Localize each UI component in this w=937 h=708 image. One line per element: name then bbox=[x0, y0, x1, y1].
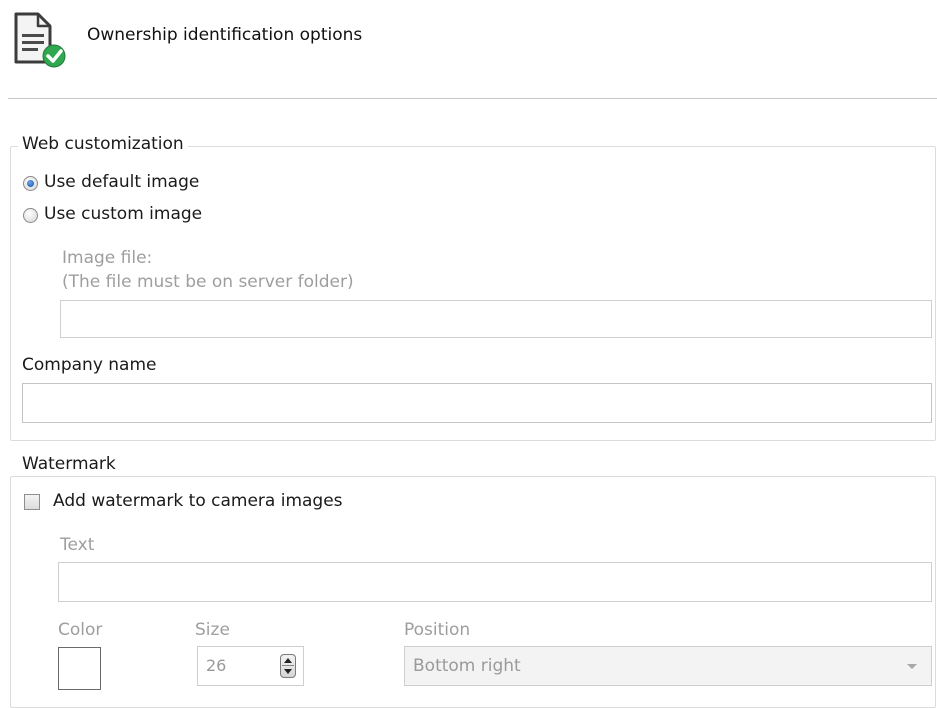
use-custom-image-label[interactable]: Use custom image bbox=[44, 204, 202, 224]
color-label: Color bbox=[58, 620, 103, 640]
company-name-label: Company name bbox=[22, 355, 157, 375]
position-label: Position bbox=[404, 620, 471, 640]
web-customization-legend: Web customization bbox=[18, 134, 188, 154]
spin-down-icon[interactable] bbox=[284, 669, 292, 674]
image-file-label: Image file: bbox=[62, 248, 153, 268]
size-label: Size bbox=[195, 620, 230, 640]
watermark-text-label: Text bbox=[60, 535, 95, 555]
color-swatch[interactable] bbox=[58, 647, 101, 690]
watermark-text-input[interactable] bbox=[58, 562, 932, 602]
use-default-image-radio[interactable] bbox=[23, 176, 38, 191]
size-spinner[interactable]: 26 bbox=[197, 646, 304, 686]
spin-up-icon[interactable] bbox=[284, 658, 292, 663]
position-value: Bottom right bbox=[413, 656, 521, 676]
add-watermark-label[interactable]: Add watermark to camera images bbox=[53, 491, 343, 511]
size-spin-buttons[interactable] bbox=[280, 654, 296, 678]
watermark-legend: Watermark bbox=[18, 454, 120, 474]
size-value: 26 bbox=[206, 656, 227, 675]
image-file-input[interactable] bbox=[60, 300, 932, 338]
header-divider bbox=[8, 98, 937, 99]
use-default-image-label[interactable]: Use default image bbox=[44, 172, 199, 192]
position-dropdown[interactable]: Bottom right bbox=[404, 646, 932, 686]
image-file-hint: (The file must be on server folder) bbox=[62, 272, 354, 292]
use-custom-image-radio[interactable] bbox=[23, 208, 38, 223]
add-watermark-checkbox[interactable] bbox=[24, 494, 40, 510]
company-name-input[interactable] bbox=[22, 383, 932, 423]
document-checkmark-icon bbox=[12, 12, 74, 68]
radio-selected-dot bbox=[27, 180, 34, 187]
chevron-down-icon[interactable] bbox=[907, 664, 917, 669]
page-title: Ownership identification options bbox=[87, 25, 363, 45]
